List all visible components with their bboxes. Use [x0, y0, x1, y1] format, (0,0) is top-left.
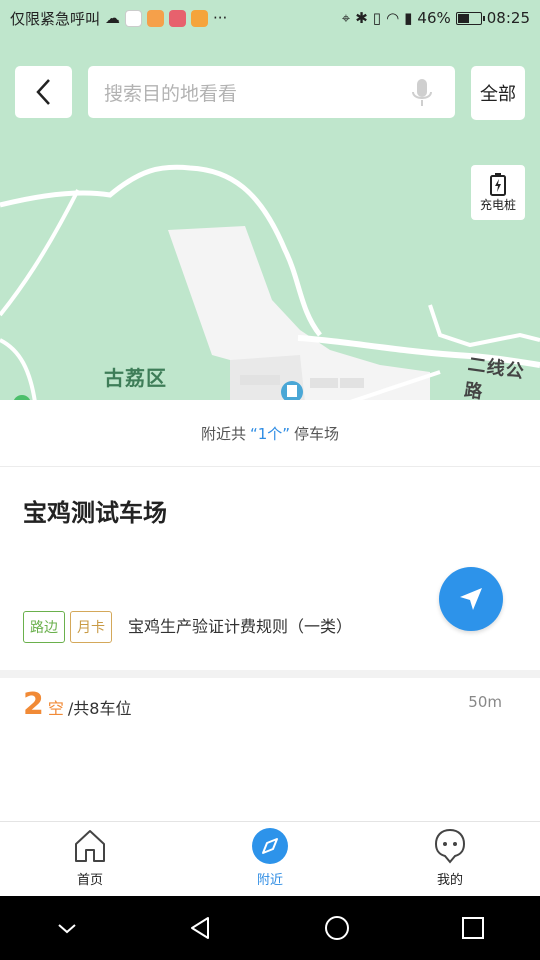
navigate-button[interactable]	[439, 567, 503, 631]
battery-charge-icon	[490, 173, 506, 196]
microphone-icon[interactable]	[411, 78, 433, 108]
billing-rule: 宝鸡生产验证计费规则（一类）	[128, 617, 353, 636]
vibrate-icon: ▯	[372, 9, 382, 27]
cloud-icon: ☁	[105, 9, 121, 27]
status-bar: 仅限紧急呼叫 ☁ ··· ⌖ ✱ ▯ ◠ ▮ 46% 08:25	[0, 0, 540, 36]
more-notifications-icon: ···	[213, 9, 228, 27]
divider	[0, 670, 540, 678]
road-label: 二线公路	[462, 354, 526, 402]
recent-apps-icon[interactable]	[460, 915, 486, 941]
system-back-icon[interactable]	[188, 915, 214, 941]
battery-percent: 46%	[417, 9, 451, 27]
maps-app-icon	[125, 9, 143, 27]
map-view[interactable]: 古荔区 二线公路	[0, 0, 540, 402]
tab-home[interactable]: 首页	[0, 822, 180, 896]
charging-pile-button[interactable]: 充电桩	[471, 165, 525, 220]
back-button[interactable]	[15, 66, 72, 118]
search-placeholder: 搜索目的地看看	[104, 82, 238, 105]
tab-mine-label: 我的	[436, 873, 463, 888]
home-icon	[75, 830, 105, 862]
availability: 2 空 /共8车位	[23, 687, 131, 722]
district-label: 古荔区	[104, 366, 167, 390]
bottom-tab-bar: 首页 附近 我的	[0, 821, 540, 896]
parking-sheet: 附近共 “1个” 停车场 宝鸡测试车场 路边 月卡 宝鸡生产验证计费规则（一类）…	[0, 400, 540, 820]
huawei-app-icon	[169, 9, 187, 27]
battery-icon	[455, 11, 485, 25]
tab-nearby[interactable]: 附近	[180, 822, 360, 896]
system-home-icon[interactable]	[323, 914, 351, 942]
charging-pile-label: 充电桩	[479, 198, 516, 212]
total-spots: /共8车位	[67, 699, 132, 718]
clock: 08:25	[486, 9, 530, 27]
free-spot-count: 2	[23, 687, 44, 722]
sim-alert-icon: ▮	[404, 9, 413, 27]
nearby-summary: 附近共 “1个” 停车场	[0, 400, 540, 467]
nearby-count: “1个”	[249, 424, 291, 443]
collapse-icon[interactable]	[55, 916, 79, 940]
compass-icon	[252, 828, 288, 864]
wifi-icon: ◠	[386, 9, 400, 27]
nearby-prefix: 附近共	[200, 424, 246, 443]
weibo-app-icon	[147, 9, 165, 27]
bluetooth-icon: ✱	[355, 9, 368, 27]
video-app-icon	[191, 9, 209, 27]
system-nav-bar	[0, 896, 540, 960]
roadside-tag: 路边	[23, 611, 65, 643]
profile-icon	[434, 828, 466, 864]
search-input[interactable]: 搜索目的地看看	[88, 66, 455, 118]
distance: 50m	[468, 693, 502, 711]
tab-home-label: 首页	[76, 873, 103, 888]
nearby-suffix: 停车场	[294, 424, 340, 443]
carrier-text: 仅限紧急呼叫	[10, 9, 101, 28]
tab-nearby-label: 附近	[256, 873, 283, 888]
tab-mine[interactable]: 我的	[360, 822, 540, 896]
free-spot-unit: 空	[47, 699, 64, 718]
parking-lot-card[interactable]: 宝鸡测试车场 路边 月卡 宝鸡生产验证计费规则（一类） 2 空 /共8车位 50…	[0, 467, 540, 722]
navigation-arrow-icon	[460, 588, 482, 610]
monthly-card-tag: 月卡	[70, 611, 112, 643]
location-icon: ⌖	[341, 9, 351, 27]
map-roads	[0, 164, 540, 402]
all-filter-button[interactable]: 全部	[471, 66, 525, 120]
chevron-left-icon	[35, 79, 50, 105]
parking-lot-name: 宝鸡测试车场	[23, 499, 167, 527]
